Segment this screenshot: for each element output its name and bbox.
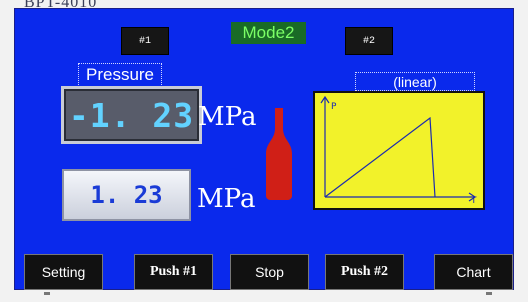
stop-button[interactable]: Stop <box>230 254 309 290</box>
chart-title: (linear) <box>355 72 475 91</box>
set-pressure-unit: MPa <box>197 184 256 214</box>
profile-line <box>324 116 436 198</box>
push-2-button[interactable]: Push #2 <box>325 254 404 290</box>
chart-button[interactable]: Chart <box>434 254 513 290</box>
pressure-profile-chart: P T <box>313 91 485 210</box>
y-axis-label: P <box>331 102 337 112</box>
x-axis-label: T <box>470 196 477 206</box>
bezel-mark-left <box>44 292 50 295</box>
set-pressure-input[interactable]: 1. 23 <box>62 169 191 221</box>
bottle-icon <box>266 108 292 200</box>
hmi-screen: #1 Mode2 #2 Pressure (linear) -1. 23 MPa… <box>14 8 514 290</box>
current-pressure-unit: MPa <box>198 102 257 132</box>
current-pressure-display: -1. 23 <box>61 86 202 144</box>
pressure-title: Pressure <box>78 63 162 87</box>
setting-button[interactable]: Setting <box>24 254 103 290</box>
select-1-button[interactable]: #1 <box>121 27 169 55</box>
mode-indicator: Mode2 <box>231 22 306 44</box>
push-1-button[interactable]: Push #1 <box>134 254 213 290</box>
select-2-button[interactable]: #2 <box>345 27 393 55</box>
bezel-mark-right <box>486 292 492 295</box>
